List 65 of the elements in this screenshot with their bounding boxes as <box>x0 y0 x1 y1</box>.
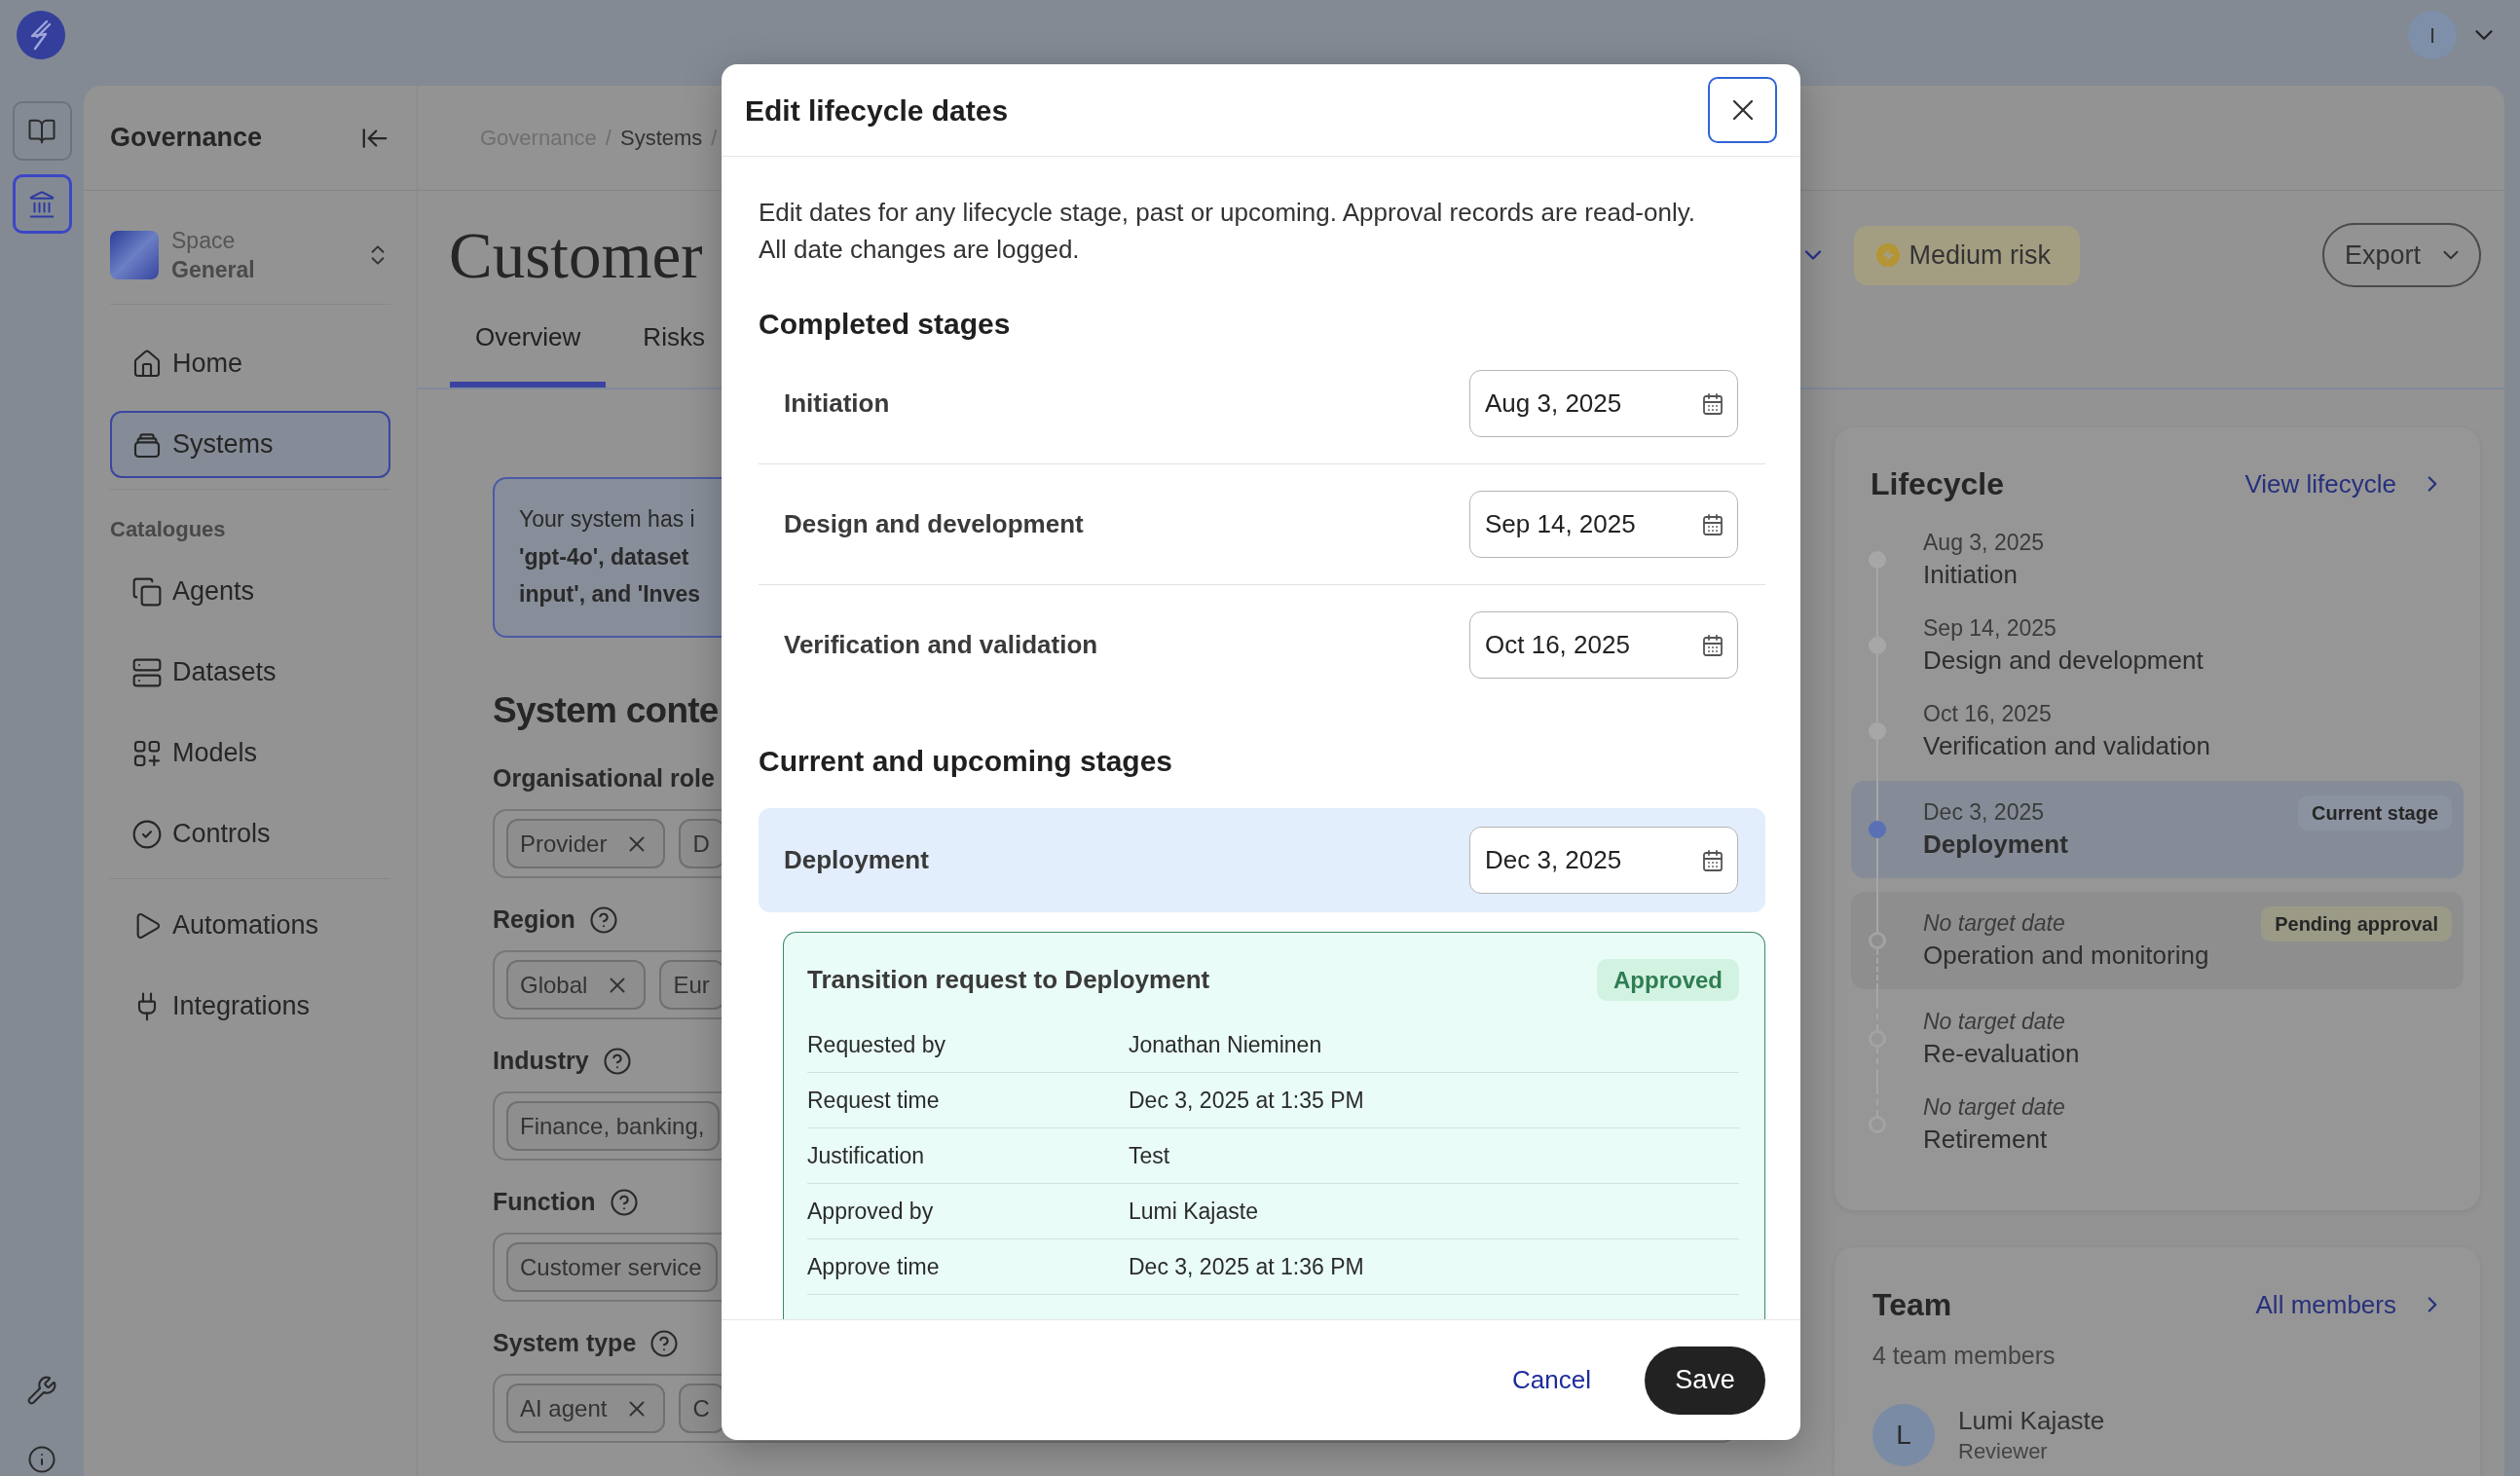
stage-date: No target date <box>1923 1093 2066 1122</box>
page-title: Customer <box>449 218 703 293</box>
notice-text: Your system has i 'gpt-4o', dataset input', and 'Inves <box>519 505 700 609</box>
stage-date: Sep 14, 2025 <box>1923 614 2057 643</box>
stage-date: Aug 3, 2025 <box>1923 529 2046 557</box>
breadcrumb-separator: / <box>711 125 718 152</box>
sidebar-title: Governance <box>110 122 263 155</box>
field-label: Industry <box>493 1046 589 1077</box>
stage-name: Retirement <box>1923 1124 2049 1156</box>
status-badge: Pending approval <box>2261 906 2452 941</box>
stage-label: Verification and validation <box>784 629 1098 661</box>
stage-label: Initiation <box>784 387 890 420</box>
status-badge: Current stage <box>2297 795 2452 830</box>
breadcrumb-separator: / <box>605 125 611 152</box>
member-name: Lumi Kajaste <box>1958 1405 2105 1437</box>
section-heading: Completed stages <box>759 307 1012 342</box>
section-heading: System conte <box>493 689 719 732</box>
status-badge: Approved <box>1597 959 1739 1001</box>
team-heading: Team <box>1872 1286 1952 1324</box>
detail-label: Approved by <box>807 1198 935 1226</box>
field-label: Organisational role <box>493 763 715 794</box>
detail-label: Requested by <box>807 1031 946 1059</box>
tag-label: Finance, banking, <box>520 1111 705 1141</box>
tag-label: Provider <box>520 829 608 859</box>
tag-label: Eur <box>673 970 710 1000</box>
detail-value: Test <box>1129 1142 1170 1170</box>
stage-date: No target date <box>1923 1008 2066 1036</box>
stage-date: No target date <box>1923 909 2066 938</box>
member-role: Reviewer <box>1958 1438 2049 1465</box>
member-count: 4 team members <box>1872 1341 2056 1371</box>
tag-label: D <box>692 829 710 859</box>
dialog-description: Edit dates for any lifecycle stage, past or upcoming. Approval records are read-only. All date changes are logged. <box>759 197 1696 266</box>
lifecycle-heading: Lifecycle <box>1871 465 2004 503</box>
detail-label: Approve time <box>807 1253 941 1281</box>
tag-label: AI agent <box>520 1393 608 1423</box>
stage-date: Oct 16, 2025 <box>1923 700 2053 728</box>
transition-title: Transition request to Deployment <box>807 964 1210 996</box>
stage-name: Re-evaluation <box>1923 1038 2081 1070</box>
risk-label: Medium risk <box>1909 239 2051 272</box>
stage-label: Deployment <box>784 844 929 876</box>
detail-value: Lumi Kajaste <box>1129 1198 1258 1226</box>
field-label: Function <box>493 1187 596 1218</box>
stage-date: Dec 3, 2025 <box>1923 798 2046 827</box>
detail-label: Justification <box>807 1142 926 1170</box>
field-label: Region <box>493 904 575 936</box>
tag-label: C <box>692 1393 710 1423</box>
stage-name: Deployment <box>1923 829 2069 861</box>
stage-name: Initiation <box>1923 559 2019 591</box>
detail-value: Jonathan Nieminen <box>1129 1031 1322 1059</box>
member-avatar: L <box>1872 1404 1935 1466</box>
section-heading: Current and upcoming stages <box>759 744 1174 779</box>
space-label: Space <box>171 227 237 255</box>
detail-label: Request time <box>807 1087 941 1115</box>
dialog-title: Edit lifecycle dates <box>745 92 1009 129</box>
tag-label: Global <box>520 970 588 1000</box>
field-label: System type <box>493 1328 637 1359</box>
stage-name: Design and development <box>1923 645 2205 677</box>
stage-name: Verification and validation <box>1923 730 2211 762</box>
nav-section-heading: Catalogues <box>110 516 227 543</box>
stage-name: Operation and monitoring <box>1923 940 2210 972</box>
stage-label: Design and development <box>784 508 1084 540</box>
tag-label: Customer service <box>520 1252 702 1282</box>
detail-value: Dec 3, 2025 at 1:36 PM <box>1129 1253 1364 1281</box>
space-name: General <box>171 256 256 284</box>
detail-value: Dec 3, 2025 at 1:35 PM <box>1129 1087 1364 1115</box>
